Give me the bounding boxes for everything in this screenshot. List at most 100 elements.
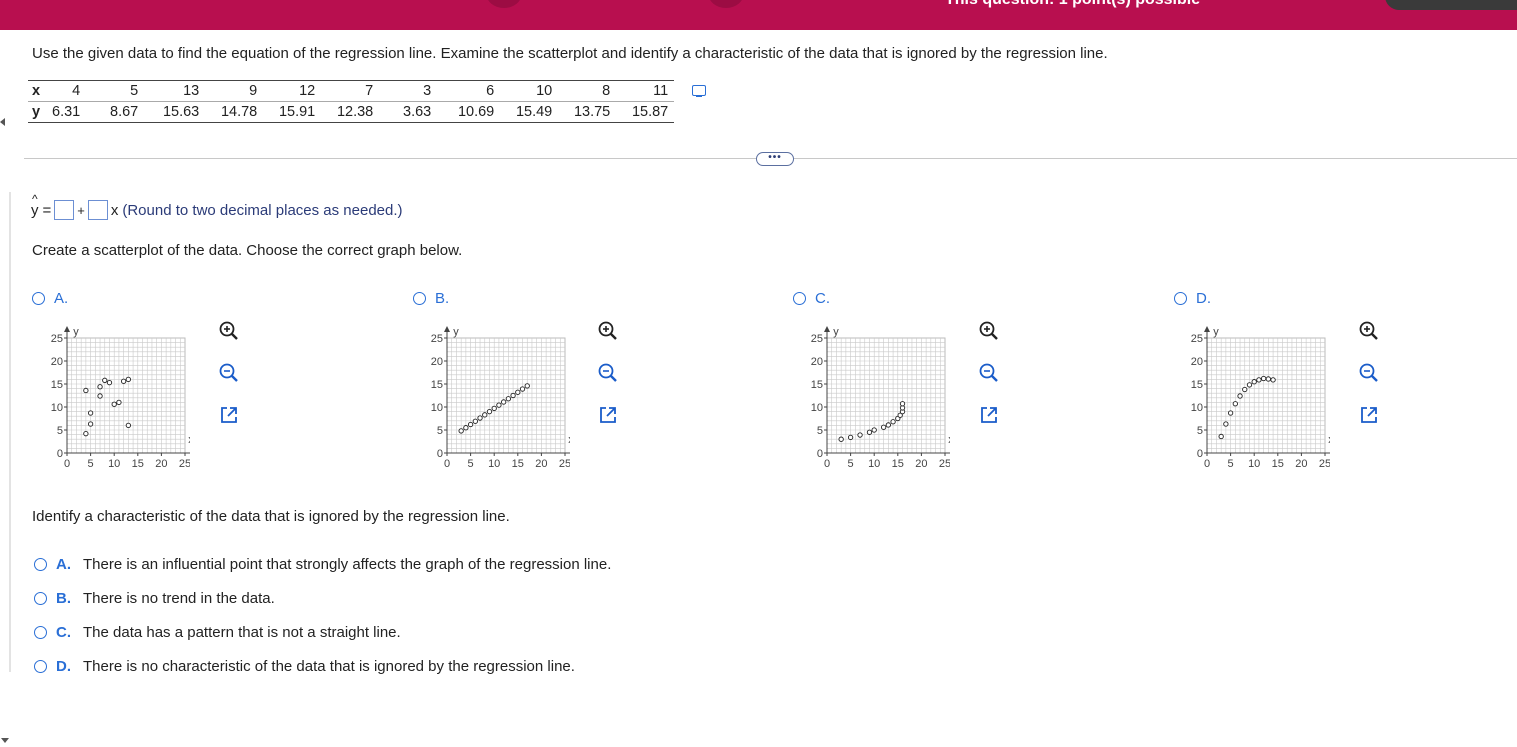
y-cell: 6.31 [52,101,81,123]
nav-circle-left[interactable] [486,0,522,8]
y-axis-arrow-icon [1204,326,1210,332]
left-scroll-track[interactable] [9,192,11,672]
slope-input[interactable] [87,200,108,220]
y-hat-symbol: y [31,192,39,219]
data-point [847,434,854,441]
scatter-prompt: Create a scatterplot of the data. Choose… [32,242,463,259]
data-point [1256,377,1262,383]
data-row-x: x 4 5 13 9 12 7 3 6 10 8 11 [28,80,675,102]
data-point [1227,410,1234,416]
nav-circle-right[interactable] [708,0,744,8]
data-point [467,421,474,428]
data-point [515,389,521,395]
graph-option-d[interactable]: D. [1174,290,1223,307]
zoom-out-icon[interactable] [218,362,240,384]
zoom-in-icon[interactable] [218,320,240,342]
data-point [505,396,512,402]
data-point [102,377,108,383]
graph-option-c[interactable]: C. [793,290,842,307]
regression-equation: y = + x (Round to two decimal places as … [31,192,403,220]
external-link-icon[interactable] [218,404,240,426]
external-link-icon[interactable] [597,404,619,426]
y-tick-label: 10 [1191,402,1203,414]
data-point [524,383,530,389]
x-axis-label: x [568,434,570,446]
data-point [106,379,113,386]
x-tick-label: 15 [892,458,904,468]
option-letter: B. [435,290,450,307]
graph-tools-d [1358,320,1384,430]
intercept-input[interactable] [54,200,75,220]
x-tick-label: 15 [512,458,524,468]
data-point [83,387,89,394]
plus-sign: + [77,202,85,218]
data-point [87,421,94,427]
external-link-icon[interactable] [978,404,1000,426]
x-tick-label: 5 [848,458,854,468]
characteristic-prompt: Identify a characteristic of the data th… [32,508,510,525]
zoom-in-icon[interactable] [597,320,619,342]
x-axis-label: x [188,434,190,446]
answer-option-a[interactable]: A. There is an influential point that st… [34,556,611,573]
header-bar: This question: 1 point(s) possible [0,0,1517,30]
data-point [83,431,89,437]
answer-option-b[interactable]: B. There is no trend in the data. [34,590,275,607]
x-cell: 6 [431,80,495,102]
data-point [885,422,892,428]
scroll-down-icon[interactable] [1,738,9,743]
radio-button[interactable] [34,626,47,639]
radio-button[interactable] [34,592,47,605]
y-axis-label: y [833,326,839,338]
copy-data-icon[interactable] [692,85,706,97]
x-tick-label: 10 [108,458,120,468]
y-cell: 3.63 [373,101,432,123]
y-tick-label: 5 [57,425,63,437]
data-point [1246,382,1253,388]
zoom-out-icon[interactable] [1358,362,1380,384]
zoom-in-icon[interactable] [978,320,1000,342]
graph-option-a[interactable]: A. [32,290,80,307]
radio-button[interactable] [34,660,47,673]
radio-button[interactable] [793,292,806,305]
y-cell: 15.63 [138,101,200,123]
option-letter: C. [815,290,830,307]
x-tick-label: 5 [88,458,94,468]
data-point [1260,375,1267,382]
plot-area [1206,337,1326,454]
radio-button[interactable] [413,292,426,305]
radio-button[interactable] [32,292,45,305]
scatter-graph-d: 0 5 10 15 20 25 0 5 10 15 20 25 x y [1191,326,1330,468]
plot-area [446,337,566,454]
x-tick-label: 25 [559,458,570,468]
zoom-out-icon[interactable] [597,362,619,384]
radio-button[interactable] [1174,292,1187,305]
y-tick-label: 15 [431,379,443,391]
radio-button[interactable] [34,558,47,571]
data-point [510,392,516,399]
data-point [472,418,478,424]
x-cell: 9 [199,80,258,102]
x-tick-label: 10 [488,458,500,468]
header-pill-button[interactable] [1385,0,1517,10]
y-tick-label: 20 [1191,356,1203,368]
y-tick-label: 25 [431,333,443,345]
answer-option-d[interactable]: D. There is no characteristic of the dat… [34,658,575,675]
y-tick-label: 10 [431,402,443,414]
graph-option-b[interactable]: B. [413,290,461,307]
collapse-left-icon[interactable] [0,118,5,126]
instructions: Use the given data to find the equation … [32,45,1108,62]
more-button[interactable]: ••• [756,152,794,166]
data-point [838,436,844,442]
y-tick-label: 5 [437,425,443,437]
external-link-icon[interactable] [1358,404,1380,426]
x-tick-label: 20 [915,458,927,468]
y-tick-label: 25 [1191,333,1203,345]
x-cell: 11 [610,80,675,102]
graph-tools-a [218,320,244,430]
zoom-out-icon[interactable] [978,362,1000,384]
answer-option-c[interactable]: C. The data has a pattern that is not a … [34,624,401,641]
x-tick-label: 0 [444,458,450,468]
y-cell: 12.38 [315,101,374,123]
data-point [880,424,887,430]
zoom-in-icon[interactable] [1358,320,1380,342]
